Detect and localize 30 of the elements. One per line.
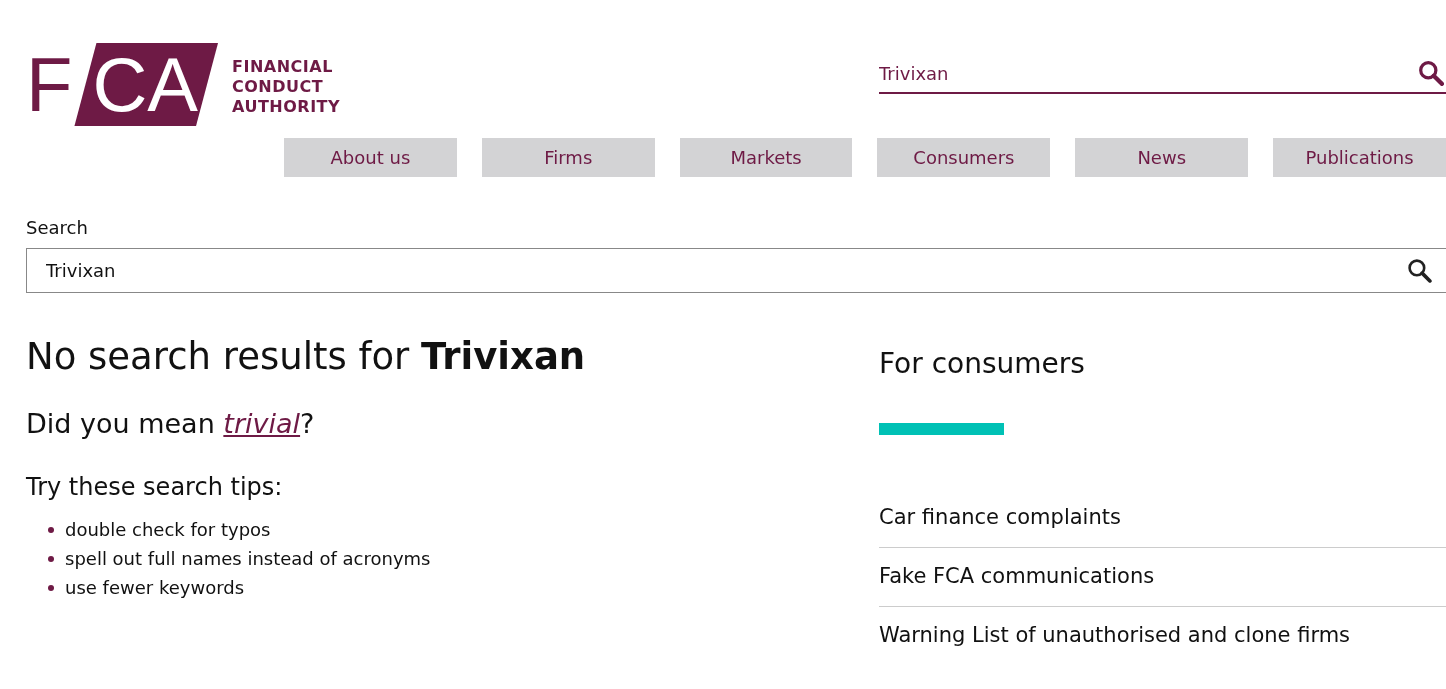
nav-button[interactable]: News (1075, 138, 1249, 177)
nav-button[interactable]: About us (284, 138, 457, 177)
search-input[interactable]: Trivixan (46, 260, 1407, 281)
logo-text: AUTHORITY (232, 97, 341, 117)
tip-text: spell out full names instead of acronyms (65, 548, 431, 569)
nav-button[interactable]: Markets (679, 138, 853, 177)
sidebar-link[interactable]: Car finance complaints (879, 495, 1446, 547)
tip-text: double check for typos (65, 519, 271, 540)
logo-text: FINANCIAL (232, 57, 334, 77)
search-label: Search (26, 217, 89, 238)
nav-button[interactable]: Publications (1273, 138, 1446, 177)
search-field[interactable]: Trivixan (26, 248, 1446, 293)
sidebar-title: For consumers (879, 347, 1086, 380)
nav-button[interactable]: Firms (481, 138, 655, 177)
logo-text: CONDUCT (232, 77, 325, 97)
sidebar-link[interactable]: Warning List of unauthorised and clone firms (879, 606, 1446, 665)
nav-button[interactable]: Consumers (877, 138, 1051, 177)
bullet-icon (48, 526, 54, 533)
results-heading: No search results for Trivixan (26, 335, 587, 378)
sidebar-link[interactable]: Fake FCA communications (879, 547, 1446, 606)
search-icon[interactable] (1418, 60, 1444, 86)
search-field[interactable]: Trivixan (879, 60, 1446, 94)
bullet-icon (48, 555, 54, 562)
tip-text: use fewer keywords (65, 577, 245, 598)
search-icon[interactable] (1407, 258, 1432, 283)
suggestion-link[interactable]: trivial (223, 408, 301, 439)
suggestion-text: Did you mean trivial? (26, 408, 316, 439)
search-input[interactable]: Trivixan (879, 62, 1418, 84)
bullet-icon (48, 584, 54, 591)
tips-title: Try these search tips: (26, 473, 284, 501)
